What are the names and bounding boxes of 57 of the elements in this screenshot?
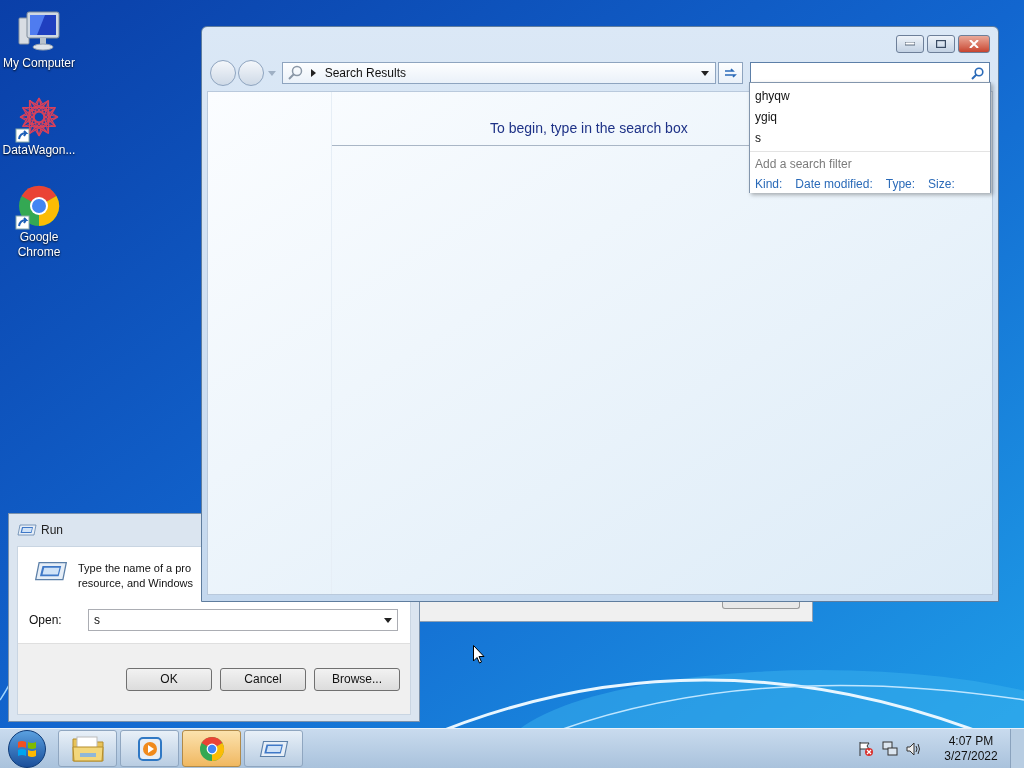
suggestion-item[interactable]: ghyqw [750, 86, 990, 107]
run-icon [34, 561, 68, 582]
back-button[interactable] [210, 60, 236, 86]
suggestion-item[interactable]: s [750, 128, 990, 149]
play-icon [135, 734, 164, 763]
clock[interactable]: 4:07 PM 3/27/2022 [940, 733, 1002, 764]
refresh-button[interactable] [717, 62, 743, 84]
show-desktop-button[interactable] [1010, 728, 1024, 768]
dropdown-icon [384, 617, 392, 623]
taskbar-button[interactable] [244, 730, 303, 767]
filter-link[interactable]: Kind: [755, 175, 783, 193]
open-field[interactable]: s [88, 609, 398, 631]
dialog-button[interactable]: Cancel [220, 667, 306, 691]
caret-icon [267, 70, 276, 76]
filter-link[interactable]: Size: [928, 175, 955, 193]
start-button[interactable] [8, 729, 46, 768]
forward-button[interactable] [237, 60, 264, 86]
chrome-icon [197, 734, 226, 763]
run-icon [17, 524, 37, 536]
search-field[interactable] [749, 62, 990, 84]
taskbar-button[interactable] [120, 730, 179, 767]
chevron-icon [310, 69, 316, 77]
minimize-icon [905, 42, 915, 46]
open-label: Open: [29, 612, 63, 629]
folder-icon [70, 734, 105, 763]
filter-link[interactable]: Type: [885, 175, 916, 193]
desktop-icon-label[interactable]: DataWagon... [0, 143, 78, 158]
close-button[interactable] [958, 35, 990, 53]
filter-heading: Add a search filter [755, 156, 853, 172]
taskbar-button[interactable] [58, 730, 117, 767]
close-icon [969, 40, 979, 48]
minimize-button[interactable] [896, 35, 924, 53]
refresh-icon [723, 67, 738, 79]
cursor-icon [473, 645, 485, 664]
filter-link[interactable]: Date modified: [795, 175, 873, 193]
network-icon[interactable] [882, 740, 898, 757]
run-icon [258, 739, 289, 758]
description-text: Type the name of a pro [78, 561, 193, 576]
search-message: To begin, type in the search box [490, 119, 688, 138]
speaker-icon[interactable] [906, 740, 922, 757]
flag-error-icon[interactable] [858, 740, 874, 757]
suggestion-item[interactable]: ygiq [750, 107, 990, 128]
dialog-button[interactable]: Browse... [314, 667, 400, 691]
maximize-icon [936, 40, 946, 48]
taskbar-button[interactable] [182, 730, 241, 767]
description-text: resource, and Windows [78, 576, 193, 591]
dropdown-icon[interactable] [700, 70, 709, 76]
address-text: Search Results [324, 65, 407, 82]
address-bar[interactable]: Search Results [281, 62, 716, 84]
search-icon [286, 65, 303, 81]
windows-logo-icon [17, 738, 37, 759]
dialog-button[interactable]: OK [126, 667, 212, 691]
desktop-icon-label[interactable]: Google Chrome [0, 230, 78, 260]
window-title: Run [41, 522, 63, 539]
search-icon [971, 66, 984, 80]
maximize-button[interactable] [927, 35, 955, 53]
desktop-icon-label[interactable]: My Computer [0, 56, 78, 71]
